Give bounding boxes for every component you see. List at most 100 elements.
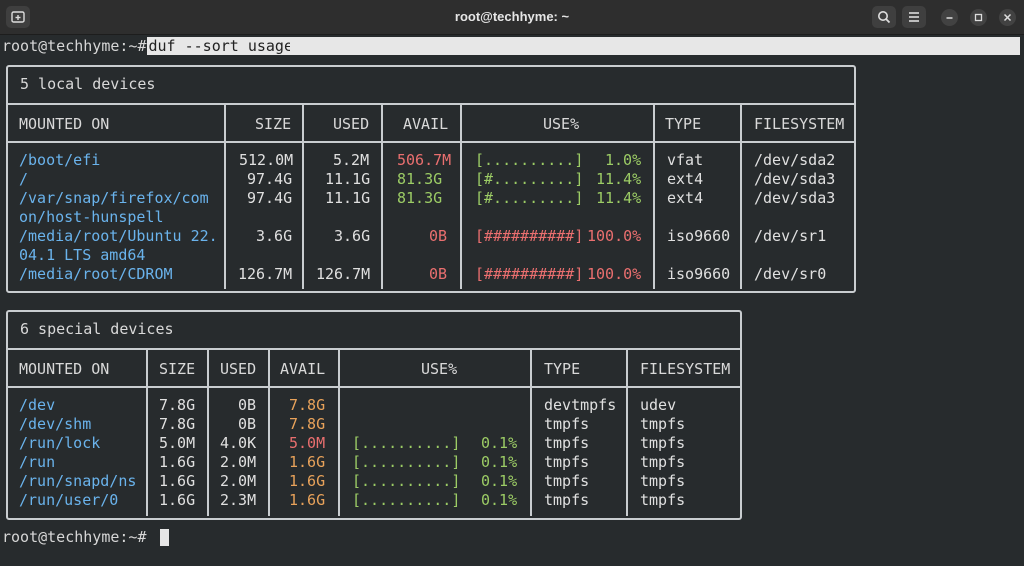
used-value: 5.2M bbox=[333, 151, 370, 169]
type-value: iso9660 bbox=[667, 265, 731, 283]
type-value: tmpfs bbox=[544, 472, 590, 490]
filesystem-value: /dev/sr1 bbox=[754, 227, 827, 245]
header-filesystem: FILESYSTEM bbox=[640, 360, 731, 378]
usage-pct: 0.1% bbox=[481, 453, 518, 471]
header-mounted-on: MOUNTED ON bbox=[19, 115, 110, 133]
window-title: root@techhyme: ~ bbox=[454, 9, 570, 24]
selection-highlight bbox=[290, 37, 1020, 55]
usage-pct: 11.4% bbox=[596, 189, 642, 207]
header-use-pct: USE% bbox=[543, 115, 580, 133]
avail-value: 81.3G bbox=[397, 189, 443, 207]
list-item: /run/user/0 bbox=[19, 491, 119, 509]
local-body: /boot/efi 512.0M 5.2M 506.7M [..........… bbox=[8, 141, 854, 291]
type-value: devtmpfs bbox=[544, 396, 617, 414]
column-divider bbox=[338, 348, 340, 516]
header-avail: AVAIL bbox=[403, 115, 449, 133]
column-divider bbox=[460, 103, 462, 289]
size-value: 126.7M bbox=[238, 265, 293, 283]
avail-value: 1.6G bbox=[289, 453, 326, 471]
filesystem-value: tmpfs bbox=[640, 491, 686, 509]
usage-bar: [..........] bbox=[352, 472, 461, 490]
header-use-pct: USE% bbox=[421, 360, 458, 378]
usage-bar: [##########] bbox=[475, 265, 584, 283]
avail-value: 0B bbox=[429, 265, 448, 283]
special-devices-panel: 6 special devices MOUNTED ON SIZE USED A… bbox=[6, 310, 742, 520]
header-type: TYPE bbox=[665, 115, 702, 133]
used-value: 0B bbox=[238, 396, 257, 414]
column-divider bbox=[224, 103, 226, 289]
filesystem-value: /dev/sr0 bbox=[754, 265, 827, 283]
prompt-line: root@techhyme:~# bbox=[2, 528, 169, 546]
usage-bar: [..........] bbox=[352, 453, 461, 471]
type-value: tmpfs bbox=[544, 453, 590, 471]
column-divider bbox=[626, 348, 628, 516]
list-item: /dev/shm bbox=[19, 415, 92, 433]
search-icon[interactable] bbox=[872, 6, 896, 28]
list-item: / bbox=[19, 170, 29, 188]
list-item: /media/root/Ubuntu 22. bbox=[19, 227, 218, 245]
list-item: /run/lock bbox=[19, 434, 101, 452]
used-value: 126.7M bbox=[316, 265, 371, 283]
type-value: ext4 bbox=[667, 170, 704, 188]
used-value: 3.6G bbox=[334, 227, 371, 245]
size-value: 1.6G bbox=[159, 453, 196, 471]
usage-pct: 100.0% bbox=[587, 265, 642, 283]
size-value: 7.8G bbox=[159, 396, 196, 414]
column-divider bbox=[207, 348, 209, 516]
type-value: tmpfs bbox=[544, 491, 590, 509]
usage-pct: 1.0% bbox=[605, 151, 642, 169]
column-divider bbox=[268, 348, 270, 516]
menu-icon[interactable] bbox=[902, 6, 926, 28]
column-divider bbox=[381, 103, 383, 289]
usage-bar: [..........] bbox=[352, 491, 461, 509]
avail-value: 81.3G bbox=[397, 170, 443, 188]
filesystem-value: /dev/sda3 bbox=[754, 170, 836, 188]
header-avail: AVAIL bbox=[280, 360, 326, 378]
usage-bar: [..........] bbox=[475, 151, 584, 169]
terminal-area[interactable]: root@techhyme:~# duf --sort usage 5 local… bbox=[0, 35, 1024, 566]
close-icon[interactable] bbox=[999, 9, 1016, 26]
special-body: /dev 7.8G 0B 7.8G devtmpfs udev /dev/shm… bbox=[8, 386, 740, 518]
filesystem-value: /dev/sda2 bbox=[754, 151, 836, 169]
title-bar: root@techhyme: ~ bbox=[0, 0, 1024, 35]
used-value: 2.3M bbox=[220, 491, 257, 509]
size-value: 1.6G bbox=[159, 472, 196, 490]
used-value: 0B bbox=[238, 415, 257, 433]
prompt: root@techhyme:~# bbox=[2, 37, 147, 55]
panel-title: 6 special devices bbox=[20, 320, 174, 338]
size-value: 3.6G bbox=[256, 227, 293, 245]
list-item-continued: on/host-hunspell bbox=[19, 208, 164, 226]
usage-pct: 0.1% bbox=[481, 491, 518, 509]
used-value: 2.0M bbox=[220, 453, 257, 471]
size-value: 1.6G bbox=[159, 491, 196, 509]
usage-pct: 100.0% bbox=[587, 227, 642, 245]
column-divider bbox=[740, 103, 742, 289]
type-value: tmpfs bbox=[544, 434, 590, 452]
filesystem-value: /dev/sda3 bbox=[754, 189, 836, 207]
maximize-icon[interactable] bbox=[970, 9, 987, 26]
filesystem-value: tmpfs bbox=[640, 472, 686, 490]
type-value: tmpfs bbox=[544, 415, 590, 433]
header-used: USED bbox=[220, 360, 257, 378]
header-filesystem: FILESYSTEM bbox=[754, 115, 845, 133]
size-value: 512.0M bbox=[239, 151, 294, 169]
usage-pct: 0.1% bbox=[481, 434, 518, 452]
column-divider bbox=[653, 103, 655, 289]
minimize-icon[interactable] bbox=[941, 9, 958, 26]
used-value: 2.0M bbox=[220, 472, 257, 490]
filesystem-value: tmpfs bbox=[640, 415, 686, 433]
filesystem-value: udev bbox=[640, 396, 677, 414]
usage-bar: [##########] bbox=[475, 227, 584, 245]
column-divider bbox=[302, 103, 304, 289]
local-header-row: MOUNTED ON SIZE USED AVAIL USE% TYPE FIL… bbox=[8, 103, 854, 143]
used-value: 11.1G bbox=[325, 170, 371, 188]
size-value: 97.4G bbox=[247, 170, 293, 188]
used-value: 4.0K bbox=[220, 434, 257, 452]
prompt: root@techhyme:~# bbox=[2, 528, 147, 546]
list-item: /run/snapd/ns bbox=[19, 472, 137, 490]
header-size: SIZE bbox=[159, 360, 196, 378]
avail-value: 1.6G bbox=[289, 491, 326, 509]
local-devices-panel: 5 local devices MOUNTED ON SIZE USED AVA… bbox=[6, 65, 856, 293]
size-value: 7.8G bbox=[159, 415, 196, 433]
list-item: /media/root/CDROM bbox=[19, 265, 173, 283]
